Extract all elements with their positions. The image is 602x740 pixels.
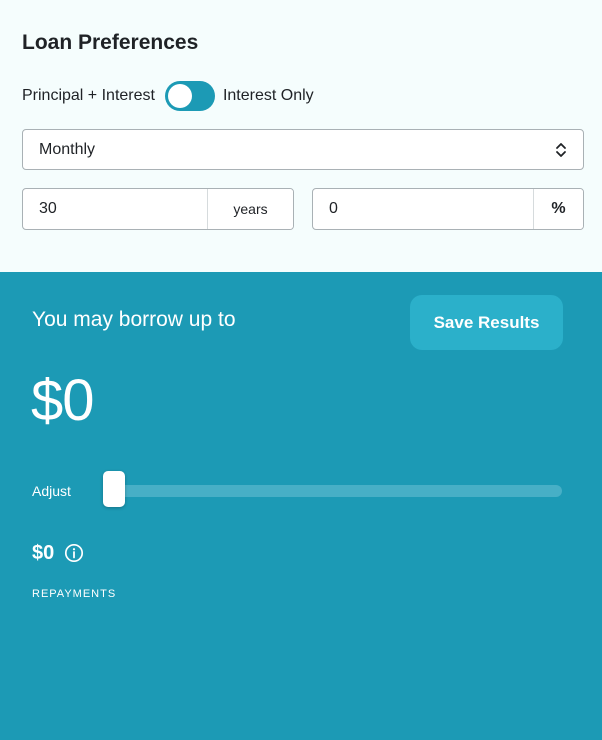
chevron-updown-icon <box>556 142 566 157</box>
repayment-type-toggle-row: Principal + Interest Interest Only <box>22 81 314 111</box>
adjust-slider-thumb[interactable] <box>103 471 125 507</box>
interest-rate-input[interactable] <box>313 189 533 229</box>
interest-only-label: Interest Only <box>222 87 314 104</box>
loan-term-field: years <box>22 188 294 230</box>
borrow-amount: $0 <box>31 368 95 433</box>
borrow-label: You may borrow up to <box>32 308 236 331</box>
frequency-selected-value: Monthly <box>39 140 96 158</box>
page-title: Loan Preferences <box>22 31 199 54</box>
results-panel: You may borrow up to Save Results $0 Adj… <box>0 272 602 740</box>
loan-preferences-panel: Loan Preferences Principal + Interest In… <box>0 0 602 272</box>
principal-interest-label: Principal + Interest <box>22 87 155 104</box>
loan-term-input[interactable] <box>23 189 207 229</box>
toggle-knob <box>167 84 192 108</box>
repayment-amount: $0 <box>32 541 55 564</box>
loan-term-unit: years <box>207 189 293 229</box>
repayment-frequency-select[interactable]: Monthly <box>22 129 584 170</box>
interest-rate-unit: % <box>533 189 583 229</box>
info-icon[interactable] <box>64 543 84 563</box>
adjust-slider-track[interactable] <box>103 485 562 497</box>
repayment-type-toggle[interactable] <box>164 81 215 111</box>
repayment-row: $0 <box>32 541 84 565</box>
save-results-button[interactable]: Save Results <box>410 295 563 350</box>
adjust-label: Adjust <box>32 483 71 499</box>
repayments-label: REPAYMENTS <box>32 588 117 600</box>
interest-rate-field: % <box>312 188 584 230</box>
